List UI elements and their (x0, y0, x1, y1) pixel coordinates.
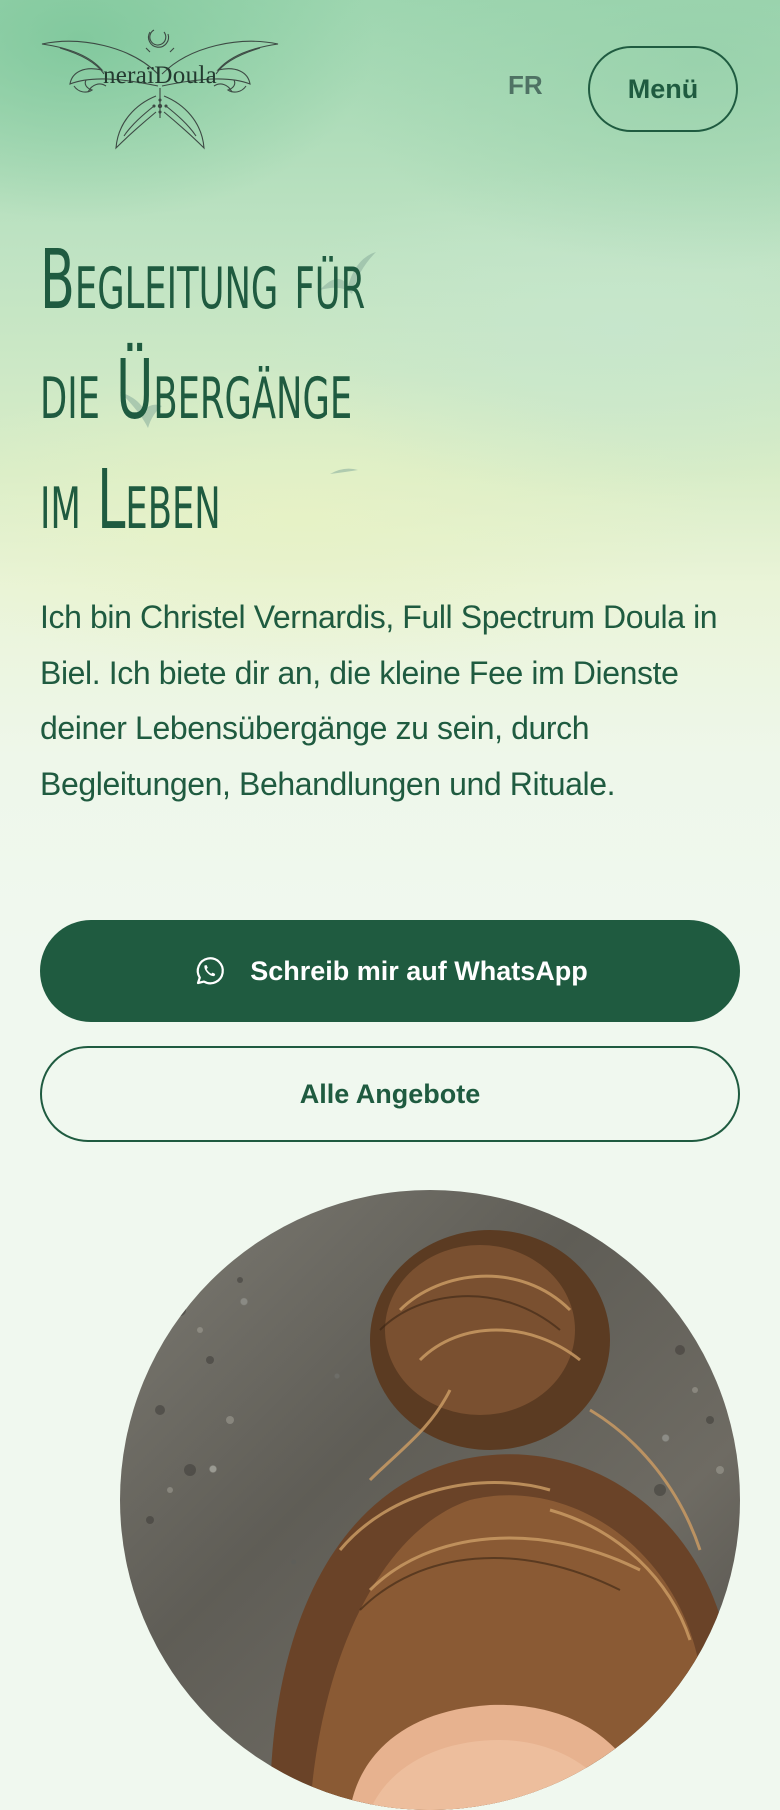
whatsapp-icon (196, 957, 225, 985)
portrait-illustration (146, 1230, 740, 1810)
menu-button[interactable]: Menü (588, 46, 738, 132)
hero-title-line: im Leben (40, 453, 221, 548)
portrait-photo (120, 1190, 740, 1810)
hero-title-line: die Übergänge (40, 343, 353, 438)
fairy-wings-logo-icon (41, 29, 279, 150)
brand-name: neraïDoula (102, 62, 218, 89)
whatsapp-button-label: Schreib mir auf WhatsApp (250, 955, 588, 986)
brand-logo[interactable]: neraïDoula (40, 26, 280, 154)
all-offers-button[interactable]: Alle Angebote (40, 1046, 740, 1142)
language-switch-fr[interactable]: FR (508, 70, 543, 101)
hero-title-line: Begleitung für (40, 233, 366, 328)
intro-text: Ich bin Christel Vernardis, Full Spectru… (40, 599, 718, 802)
site-header: neraïDoula FR Menü (0, 0, 780, 160)
hero-title: Begleitung für die Übergänge im Leben (40, 226, 365, 556)
whatsapp-button[interactable]: Schreib mir auf WhatsApp (40, 920, 740, 1022)
